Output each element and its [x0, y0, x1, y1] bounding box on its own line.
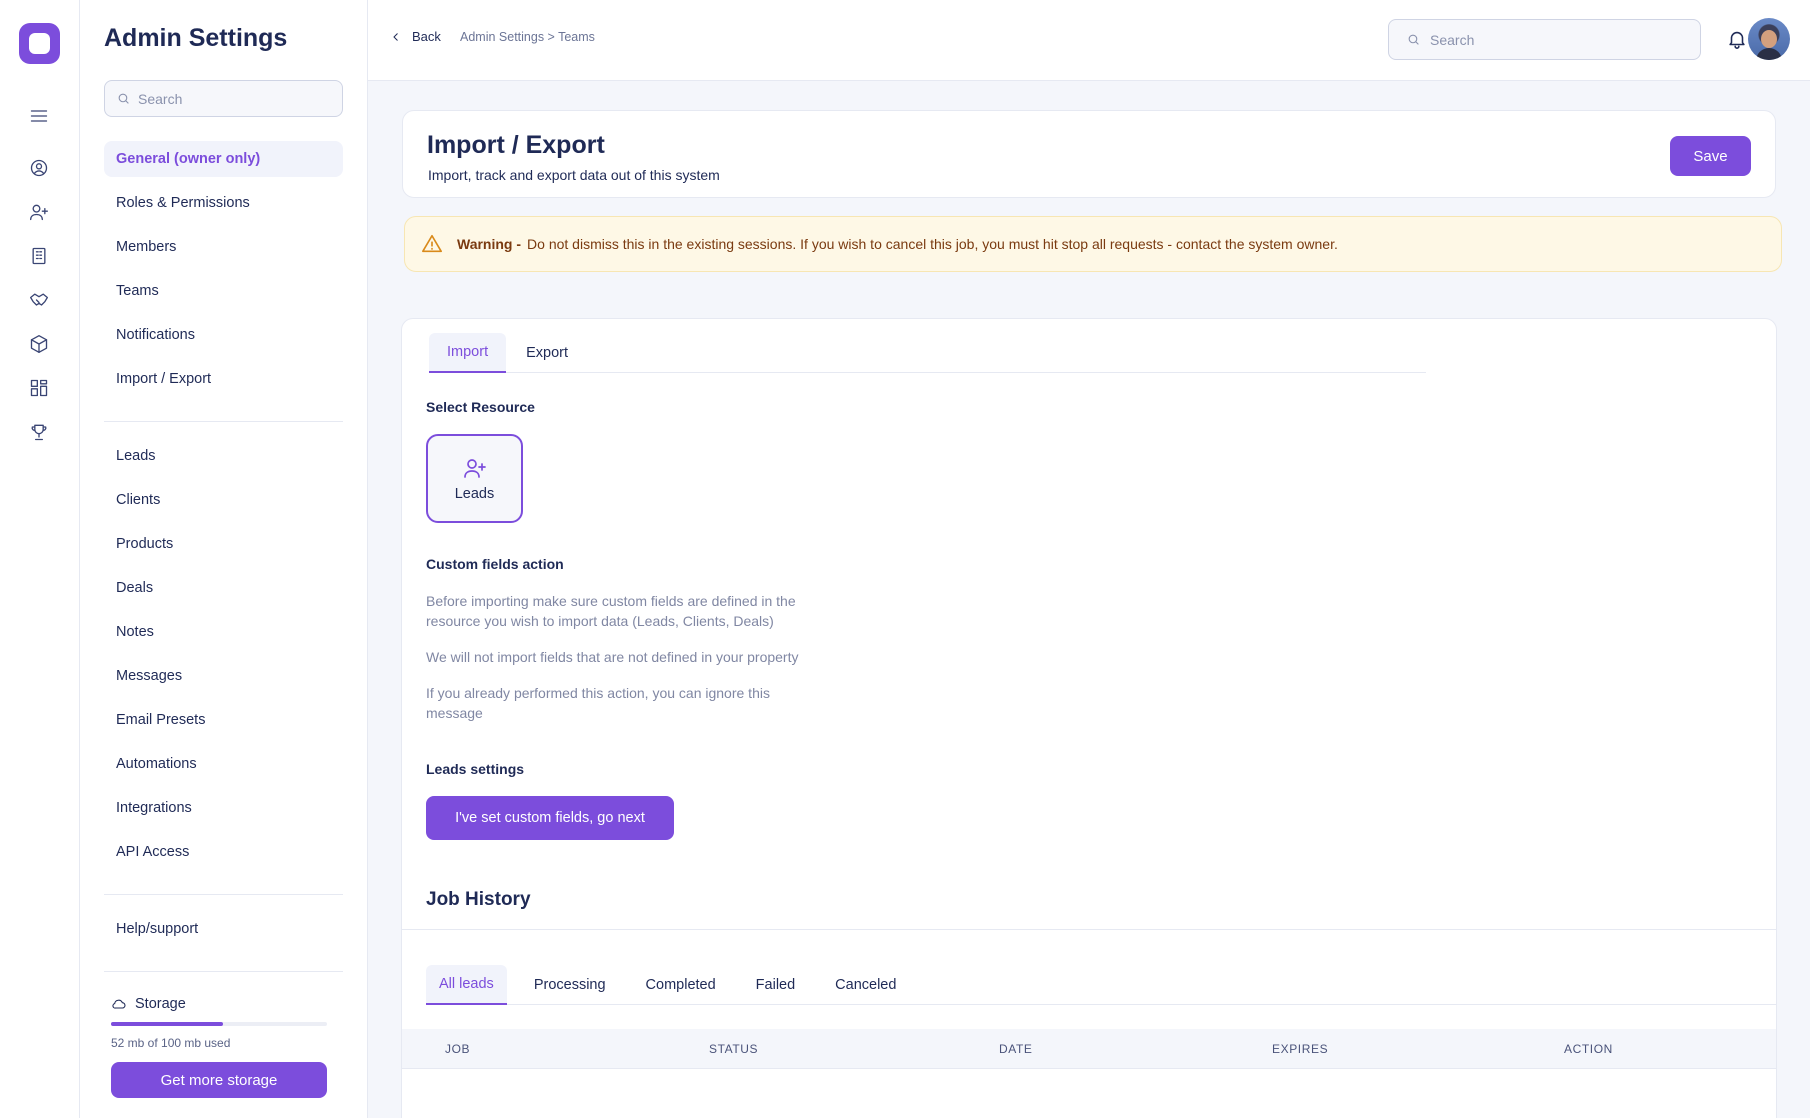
tab-completed[interactable]: Completed	[633, 965, 729, 1005]
sidebar-item-roles[interactable]: Roles & Permissions	[104, 185, 343, 221]
get-more-storage-button[interactable]: Get more storage	[111, 1062, 327, 1098]
menu-icon[interactable]	[27, 104, 51, 128]
warning-triangle-icon	[422, 234, 442, 253]
sidebar-search-input[interactable]	[138, 90, 328, 107]
app-logo[interactable]	[19, 23, 60, 64]
custom-fields-label: Custom fields action	[426, 556, 564, 572]
page-subtitle: Import, track and export data out of thi…	[428, 167, 720, 183]
sidebar-item-email-presets[interactable]: Email Presets	[104, 702, 343, 738]
page-header-card: Import / Export Import, track and export…	[402, 110, 1776, 198]
tab-export[interactable]: Export	[508, 333, 586, 373]
back-label: Back	[412, 29, 441, 44]
select-resource-label: Select Resource	[426, 399, 535, 415]
storage-progress-bar	[111, 1022, 327, 1026]
bell-icon[interactable]	[1726, 28, 1748, 50]
user-plus-icon[interactable]	[27, 200, 51, 224]
resource-card-leads[interactable]: Leads	[426, 434, 523, 523]
sidebar-item-teams[interactable]: Teams	[104, 273, 343, 309]
custom-fields-paragraph: Before importing make sure custom fields…	[426, 593, 796, 629]
box-icon[interactable]	[27, 332, 51, 356]
sidebar-item-help[interactable]: Help/support	[104, 911, 343, 947]
job-table-header: JOB STATUS DATE EXPIRES ACTION	[402, 1029, 1776, 1069]
storage-label-text: Storage	[135, 996, 186, 1012]
import-export-tabs: Import Export	[429, 333, 1426, 373]
tab-failed[interactable]: Failed	[743, 965, 809, 1005]
sidebar-item-products[interactable]: Products	[104, 526, 343, 562]
sidebar-item-import-export[interactable]: Import / Export	[104, 361, 343, 397]
top-search-input[interactable]	[1430, 31, 1690, 48]
sidebar-item-leads[interactable]: Leads	[104, 438, 343, 474]
sidebar-item-clients[interactable]: Clients	[104, 482, 343, 518]
trophy-icon[interactable]	[27, 420, 51, 444]
sidebar-item-members[interactable]: Members	[104, 229, 343, 265]
building-icon[interactable]	[27, 244, 51, 268]
sidebar-item-automations[interactable]: Automations	[104, 746, 343, 782]
warning-text: Do not dismiss this in the existing sess…	[527, 236, 1338, 252]
sidebar-search[interactable]	[104, 80, 343, 117]
sidebar-item-notifications[interactable]: Notifications	[104, 317, 343, 353]
sidebar-divider	[104, 971, 343, 972]
column-header-status[interactable]: STATUS	[709, 1042, 758, 1056]
import-export-card: Import Export Select Resource Leads Cust…	[401, 318, 1777, 1118]
tab-import[interactable]: Import	[429, 333, 507, 373]
tab-processing[interactable]: Processing	[521, 965, 619, 1005]
sidebar-item-notes[interactable]: Notes	[104, 614, 343, 650]
back-button[interactable]: Back	[390, 29, 441, 44]
sidebar-divider	[104, 421, 343, 422]
sidebar-title: Admin Settings	[104, 24, 288, 52]
custom-fields-paragraph: If you already performed this action, yo…	[426, 685, 770, 721]
search-icon	[1408, 34, 1419, 45]
job-history-tabs: All leads Processing Completed Failed Ca…	[426, 965, 1776, 1005]
search-icon	[118, 93, 129, 104]
sidebar-item-deals[interactable]: Deals	[104, 570, 343, 606]
avatar[interactable]	[1748, 18, 1790, 60]
top-search[interactable]	[1388, 19, 1701, 60]
sidebar-item-messages[interactable]: Messages	[104, 658, 343, 694]
warning-banner: Warning - Do not dismiss this in the exi…	[404, 216, 1782, 272]
resource-card-label: Leads	[454, 485, 495, 502]
warning-title: Warning -	[457, 236, 522, 252]
top-bar: Back Admin Settings > Teams	[368, 0, 1810, 81]
go-next-button[interactable]: I've set custom fields, go next	[426, 796, 674, 840]
grid-icon[interactable]	[27, 376, 51, 400]
column-header-action[interactable]: ACTION	[1564, 1042, 1613, 1056]
custom-fields-paragraph: We will not import fields that are not d…	[426, 649, 799, 665]
settings-sidebar: Admin Settings General (owner only) Role…	[80, 0, 368, 1118]
tab-canceled[interactable]: Canceled	[822, 965, 909, 1005]
column-header-job[interactable]: JOB	[445, 1042, 470, 1056]
storage-label: Storage	[111, 996, 186, 1012]
leads-settings-label: Leads settings	[426, 761, 525, 777]
sidebar-divider	[104, 894, 343, 895]
icon-rail	[0, 0, 80, 1118]
sidebar-item-general[interactable]: General (owner only)	[104, 141, 343, 177]
storage-used-text: 52 mb of 100 mb used	[111, 1036, 231, 1050]
storage-progress-fill	[111, 1022, 224, 1026]
page-title: Import / Export	[427, 131, 605, 159]
user-plus-icon	[463, 458, 486, 478]
user-circle-icon[interactable]	[27, 156, 51, 180]
sidebar-item-api-access[interactable]: API Access	[104, 834, 343, 870]
tab-all-leads[interactable]: All leads	[426, 965, 507, 1005]
cloud-icon	[112, 999, 126, 1009]
breadcrumb[interactable]: Admin Settings > Teams	[460, 30, 595, 44]
sidebar-item-integrations[interactable]: Integrations	[104, 790, 343, 826]
chevron-left-icon	[393, 32, 398, 41]
column-header-expires[interactable]: EXPIRES	[1272, 1042, 1328, 1056]
handshake-icon[interactable]	[27, 288, 51, 312]
job-history-divider	[402, 929, 1776, 930]
job-history-title: Job History	[426, 889, 531, 910]
column-header-date[interactable]: DATE	[999, 1042, 1033, 1056]
save-button[interactable]: Save	[1670, 136, 1751, 176]
